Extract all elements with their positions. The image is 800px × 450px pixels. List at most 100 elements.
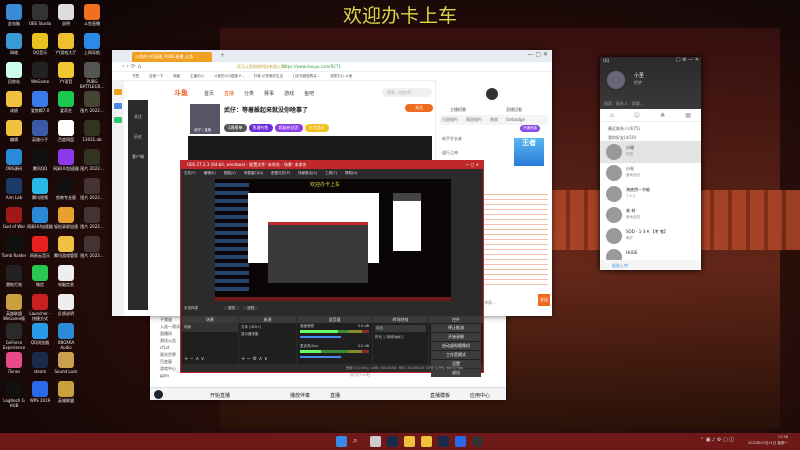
control-button[interactable]: 停止推流	[431, 324, 481, 332]
transition-select[interactable]: 淡出	[375, 325, 426, 332]
site-search[interactable]: 搜索一档吃鸡	[382, 88, 432, 97]
bookmark[interactable]: []京东超值购买...	[293, 74, 320, 78]
site-nav-item[interactable]: 游戏	[284, 91, 294, 97]
obs-menu-item[interactable]: 场景集合(S)	[298, 171, 317, 175]
window-controls[interactable]: ▢ ⚙ — ✕	[676, 57, 699, 63]
desktop-icon[interactable]: 网易UU加速器	[27, 207, 53, 229]
desktop-icon[interactable]: 英雄联盟 WeGame版	[1, 294, 27, 321]
steam-icon[interactable]	[387, 436, 398, 447]
task-view-icon[interactable]	[370, 436, 381, 447]
desktop-icon[interactable]: 反馈说明	[53, 294, 79, 316]
desktop-icon[interactable]: WeGame	[27, 62, 53, 84]
desktop-icon[interactable]: iTunes	[1, 352, 27, 374]
source-buttons[interactable]: + − ⚙ ∧ ∨	[241, 356, 268, 362]
replay-link[interactable]: 直播回看	[506, 107, 522, 113]
tray-icons[interactable]: ⌃ ▣ ♪ ⚙ ▢ ◫	[700, 437, 734, 443]
qq-tabs[interactable]: ⌂ ☺ ♣ ▦	[600, 109, 701, 122]
desktop-icon[interactable]: XBOXRA Audio	[53, 323, 79, 350]
desktop-icon[interactable]: YY语音	[53, 62, 79, 84]
live-button[interactable]: 直播	[330, 392, 340, 399]
obs-menu-item[interactable]: 工具(T)	[325, 171, 337, 175]
site-nav-item[interactable]: 鱼吧	[304, 91, 314, 97]
desktop-icon[interactable]: 爱剪辑7.0	[27, 91, 53, 113]
badge[interactable]: 鱼塘钓鱼	[248, 124, 273, 132]
window-controls[interactable]: — ▢ ✕	[465, 161, 479, 169]
badge[interactable]: 1周榜单	[224, 124, 247, 132]
rank-tab[interactable]: 周冠排行	[466, 117, 482, 122]
obs-menu-item[interactable]: 配置文件(P)	[271, 171, 290, 175]
user-avatar[interactable]	[486, 88, 498, 100]
bookmark[interactable]: 书签	[132, 74, 139, 78]
yy-game-icon[interactable]	[421, 436, 432, 447]
desktop-icon[interactable]: WPS 2019	[27, 381, 53, 403]
side-nav-follow[interactable]: 关注	[128, 114, 148, 120]
steam-icon[interactable]	[438, 436, 449, 447]
site-nav-item[interactable]: 直播	[224, 91, 234, 97]
side-nav-history[interactable]: 历史	[128, 134, 148, 140]
app-center-button[interactable]: 应用中心	[470, 392, 490, 399]
start-live-button[interactable]: 开始直播	[210, 392, 230, 399]
site-nav-item[interactable]: 分类	[244, 91, 254, 97]
desktop-icon[interactable]: 图片 2022...	[79, 149, 105, 171]
desktop-icon[interactable]: 腾讯游戏管家	[53, 236, 79, 258]
desktop-icon[interactable]: 爱奇艺	[53, 91, 79, 113]
rank-tab[interactable]: 日冠排行	[442, 117, 458, 122]
desktop-icon[interactable]: 腾讯视频	[27, 178, 53, 200]
follow-button[interactable]: 关注	[405, 104, 433, 112]
new-tab-icon[interactable]: +	[220, 52, 225, 59]
control-button[interactable]: 启动虚拟摄像机	[431, 342, 481, 350]
control-button[interactable]: 开始录制	[431, 333, 481, 341]
desktop-icon[interactable]: 网易UU加速器	[53, 149, 79, 171]
desktop-icon[interactable]: 图片 2022...	[79, 207, 105, 229]
side-nav-client[interactable]: 客户端	[128, 154, 148, 160]
rank-tab[interactable]: fanbadge	[506, 117, 525, 122]
volume-slider[interactable]	[300, 356, 342, 358]
desktop-icon[interactable]: 13031.ab	[79, 120, 105, 142]
badge[interactable]: 火力全开	[304, 124, 329, 132]
bookmark[interactable]: 斗鱼的小Q直播 P...	[214, 74, 244, 78]
obs-menu-item[interactable]: 帮助(H)	[345, 171, 357, 175]
desktop-icon[interactable]: God of War	[1, 207, 27, 229]
start-icon[interactable]	[336, 436, 347, 447]
browser-tab[interactable]: 斗鱼的小Q直播_PUBG直播_斗鱼...	[132, 52, 212, 62]
obs-menu-item[interactable]: 文件(F)	[184, 171, 196, 175]
bookmark[interactable]: 领奖中心-斗鱼	[330, 74, 352, 78]
badge[interactable]: 超级粉丝团	[274, 124, 303, 132]
site-nav-item[interactable]: 首页	[204, 91, 214, 97]
desktop-icon[interactable]: OBS源码	[1, 149, 27, 171]
desktop-icon[interactable]: Sound Lock	[53, 352, 79, 374]
desktop-icon[interactable]: 说明	[53, 4, 79, 26]
bookmark[interactable]: 主播中心	[190, 74, 204, 78]
desktop-icon[interactable]: 斗鱼直播	[79, 4, 105, 26]
scene-buttons[interactable]: + − ∧ ∨	[184, 356, 204, 362]
desktop-icon[interactable]: 百度网盘	[53, 120, 79, 142]
window-controls[interactable]: — ▢ ✕	[527, 51, 548, 58]
desktop-icon[interactable]: 英雄联盟	[53, 381, 79, 403]
desktop-icon[interactable]: 编辑	[1, 120, 27, 142]
desktop-icon[interactable]: 成绩	[1, 91, 27, 113]
duration-input[interactable]: 300 ms	[383, 335, 405, 339]
desktop-icon[interactable]: YY游戏大厅	[53, 33, 79, 55]
template-button[interactable]: 直播模板	[430, 392, 450, 399]
desktop-icon[interactable]: 网易云音乐	[27, 236, 53, 258]
source-item[interactable]: 文本 (GDI+)	[239, 323, 296, 332]
desktop-icon[interactable]: 雷蛇灯效	[1, 265, 27, 287]
desktop-icon[interactable]: 轻松录屏加速	[53, 207, 79, 229]
control-button[interactable]: 工作室模式	[431, 351, 481, 359]
obs-menu-item[interactable]: 停靠窗口(D)	[244, 171, 263, 175]
nav-buttons[interactable]: ‹ › ⟳ ⌂	[122, 63, 141, 70]
contact-item[interactable]: 小瑶 在线	[600, 141, 701, 163]
clock[interactable]: 17:58 2022年07月11日 星期一	[748, 434, 788, 446]
desktop-icon[interactable]: PUBG BATTLEGR...	[79, 62, 105, 89]
desktop-icon[interactable]: 图片 2022...	[79, 236, 105, 258]
volume-slider[interactable]	[300, 336, 342, 338]
desktop-icon[interactable]: steam	[27, 352, 53, 374]
desktop-icon[interactable]: 图片 2022...	[79, 91, 105, 113]
avatar[interactable]	[154, 390, 163, 399]
properties-button[interactable]: 属性	[224, 306, 240, 310]
douyu-logo[interactable]: 斗鱼	[174, 88, 188, 98]
scene-item[interactable]: 场景	[182, 323, 238, 332]
desktop-icon[interactable]: QQ音乐	[27, 33, 53, 55]
desktop-icon[interactable]: OBS Studio	[27, 4, 53, 26]
obs-menu-item[interactable]: 编辑(E)	[204, 171, 216, 175]
